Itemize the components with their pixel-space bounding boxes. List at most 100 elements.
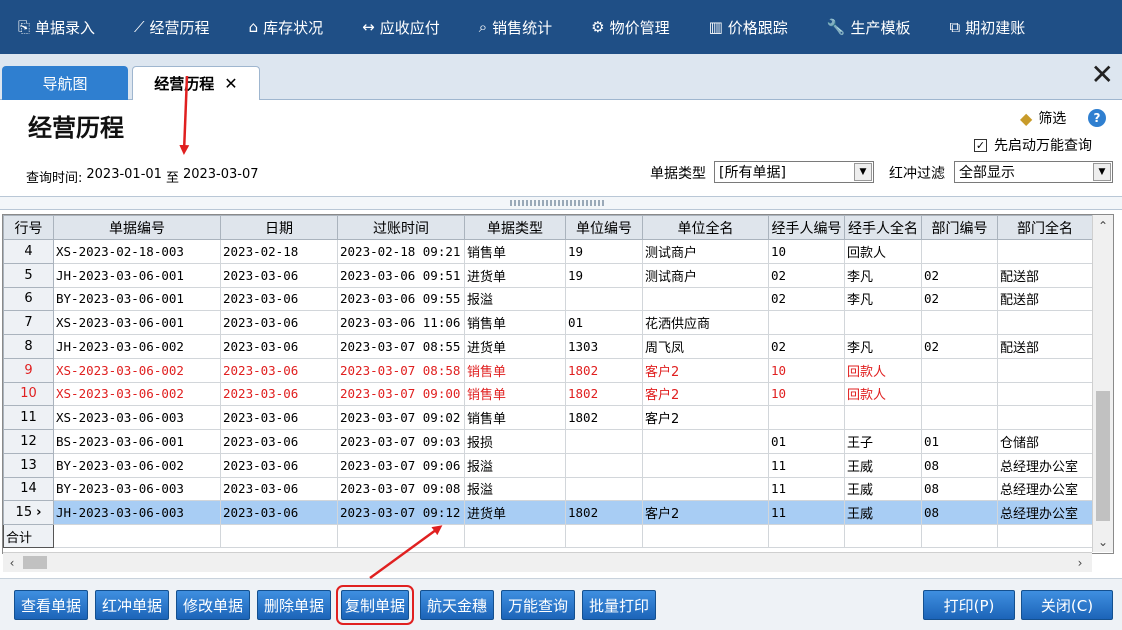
- cell-dept-no[interactable]: [921, 310, 998, 335]
- splitter-grip[interactable]: [510, 200, 606, 206]
- cell-unit-no[interactable]: 1303: [565, 334, 643, 359]
- cell-post[interactable]: 2023-02-18 09:21: [337, 239, 465, 264]
- cell-date[interactable]: 2023-03-06: [220, 429, 338, 454]
- cell-emp-no[interactable]: 10: [768, 381, 845, 407]
- cell-type[interactable]: 进货单: [464, 262, 566, 288]
- cell-unit-no[interactable]: [565, 452, 643, 478]
- cell-type[interactable]: 进货单: [464, 500, 566, 525]
- close-icon[interactable]: ✕: [224, 74, 237, 93]
- table-row[interactable]: 6 BY-2023-03-06-001 2023-03-06 2023-03-06 0…: [3, 286, 1093, 312]
- cell-unit[interactable]: 周飞凤: [642, 334, 769, 359]
- cell-emp[interactable]: 王威: [844, 476, 922, 502]
- cell-post[interactable]: 2023-03-06 09:51: [337, 262, 465, 288]
- cell-emp-no[interactable]: 11: [768, 452, 845, 478]
- cell-type[interactable]: 销售单: [464, 239, 566, 264]
- view-document-button[interactable]: 查看单据: [14, 590, 88, 620]
- cell-type[interactable]: 销售单: [464, 381, 566, 407]
- horizontal-scrollbar[interactable]: ‹ ›: [3, 552, 1092, 572]
- cell-post[interactable]: 2023-03-07 09:03: [337, 429, 465, 454]
- nav-item-inventory[interactable]: ⌂ 库存状况: [231, 0, 345, 54]
- cell-unit[interactable]: 测试商户: [642, 239, 769, 264]
- cell-date[interactable]: 2023-03-06: [220, 357, 338, 383]
- cell-emp[interactable]: 回款人: [844, 357, 922, 383]
- help-icon[interactable]: ?: [1088, 109, 1106, 127]
- cell-unit-no[interactable]: [565, 476, 643, 502]
- cell-dept-no[interactable]: 01: [921, 429, 998, 454]
- column-header[interactable]: 部门编号: [921, 215, 998, 240]
- table-row[interactable]: 7 XS-2023-03-06-001 2023-03-06 2023-03-06 1…: [3, 310, 1093, 335]
- scroll-up-icon[interactable]: ⌃: [1093, 217, 1113, 235]
- cell-emp-no[interactable]: 02: [768, 286, 845, 312]
- scroll-left-icon[interactable]: ‹: [3, 553, 21, 572]
- cell-emp-no[interactable]: 10: [768, 357, 845, 383]
- cell-dept-no[interactable]: [921, 239, 998, 264]
- cell-dept-no[interactable]: 08: [921, 476, 998, 502]
- cell-emp-no[interactable]: 01: [768, 429, 845, 454]
- dropdown-arrow-icon[interactable]: ▼: [854, 163, 872, 181]
- batch-print-button[interactable]: 批量打印: [582, 590, 656, 620]
- cell-dept-no[interactable]: 02: [921, 334, 998, 359]
- aerospace-jinsui-button[interactable]: 航天金穗: [420, 590, 494, 620]
- cell-dept[interactable]: [997, 405, 1093, 430]
- cell-no[interactable]: JH-2023-03-06-002: [53, 334, 221, 359]
- panel-splitter[interactable]: [0, 196, 1122, 210]
- table-row[interactable]: 10 XS-2023-03-06-002 2023-03-06 2023-03-07 …: [3, 381, 1093, 407]
- cell-no[interactable]: XS-2023-03-06-003: [53, 405, 221, 430]
- cell-emp-no[interactable]: [768, 405, 845, 430]
- cell-dept-no[interactable]: 02: [921, 286, 998, 312]
- cell-unit[interactable]: 客户2: [642, 381, 769, 407]
- column-header[interactable]: 单据编号: [53, 215, 221, 240]
- table-row[interactable]: 9 XS-2023-03-06-002 2023-03-06 2023-03-07 0…: [3, 357, 1093, 383]
- cell-emp[interactable]: 回款人: [844, 239, 922, 264]
- red-flush-button[interactable]: 红冲单据: [95, 590, 169, 620]
- cell-emp-no[interactable]: 11: [768, 500, 845, 525]
- cell-unit-no[interactable]: [565, 429, 643, 454]
- cell-unit-no[interactable]: 19: [565, 262, 643, 288]
- cell-type[interactable]: 报溢: [464, 452, 566, 478]
- column-header[interactable]: 部门全名: [997, 215, 1093, 240]
- tab-business-history[interactable]: 经营历程 ✕: [132, 66, 260, 100]
- copy-document-button[interactable]: 复制单据: [336, 585, 414, 625]
- cell-post[interactable]: 2023-03-06 11:06: [337, 310, 465, 335]
- column-header[interactable]: 经手人编号: [768, 215, 845, 240]
- cell-date[interactable]: 2023-03-06: [220, 405, 338, 430]
- cell-unit-no[interactable]: 1802: [565, 405, 643, 430]
- cell-post[interactable]: 2023-03-07 09:02: [337, 405, 465, 430]
- cell-post[interactable]: 2023-03-07 08:58: [337, 357, 465, 383]
- table-row[interactable]: 13 BY-2023-03-06-002 2023-03-06 2023-03-07 …: [3, 452, 1093, 478]
- cell-date[interactable]: 2023-03-06: [220, 381, 338, 407]
- cell-emp-no[interactable]: 11: [768, 476, 845, 502]
- cell-dept[interactable]: [997, 357, 1093, 383]
- scroll-thumb[interactable]: [1096, 391, 1110, 521]
- doc-type-select[interactable]: [所有单据] ▼: [714, 161, 874, 183]
- cell-type[interactable]: 报溢: [464, 286, 566, 312]
- cell-dept[interactable]: 配送部: [997, 334, 1093, 359]
- table-row[interactable]: 15 › JH-2023-03-06-003 2023-03-06 2023-03-07…: [3, 500, 1093, 525]
- nav-item-receivable-payable[interactable]: ↔ 应收应付: [344, 0, 461, 54]
- cell-date[interactable]: 2023-02-18: [220, 239, 338, 264]
- column-header[interactable]: 单位编号: [565, 215, 643, 240]
- vertical-scrollbar[interactable]: ⌃ ⌄: [1092, 215, 1113, 552]
- cell-post[interactable]: 2023-03-07 09:12: [337, 500, 465, 525]
- cell-unit[interactable]: 客户2: [642, 500, 769, 525]
- cell-no[interactable]: BY-2023-03-06-001: [53, 286, 221, 312]
- cell-no[interactable]: BY-2023-03-06-002: [53, 452, 221, 478]
- nav-item-document-entry[interactable]: ⎘ 单据录入: [0, 0, 116, 54]
- cell-no[interactable]: JH-2023-03-06-003: [53, 500, 221, 525]
- cell-no[interactable]: XS-2023-03-06-001: [53, 310, 221, 335]
- cell-emp[interactable]: 回款人: [844, 381, 922, 407]
- scroll-down-icon[interactable]: ⌄: [1093, 533, 1113, 551]
- cell-dept-no[interactable]: [921, 357, 998, 383]
- table-row[interactable]: 5 JH-2023-03-06-001 2023-03-06 2023-03-06 0…: [3, 262, 1093, 288]
- column-header[interactable]: 单据类型: [464, 215, 566, 240]
- cell-unit[interactable]: [642, 476, 769, 502]
- cell-emp[interactable]: 王子: [844, 429, 922, 454]
- cell-dept[interactable]: 配送部: [997, 286, 1093, 312]
- cell-dept[interactable]: 总经理办公室: [997, 500, 1093, 525]
- cell-emp-no[interactable]: [768, 310, 845, 335]
- filter-button[interactable]: ◆ 筛选: [1020, 108, 1066, 128]
- red-filter-select[interactable]: 全部显示 ▼: [954, 161, 1113, 183]
- cell-type[interactable]: 报损: [464, 429, 566, 454]
- cell-dept-no[interactable]: 08: [921, 452, 998, 478]
- cell-emp[interactable]: 李凡: [844, 334, 922, 359]
